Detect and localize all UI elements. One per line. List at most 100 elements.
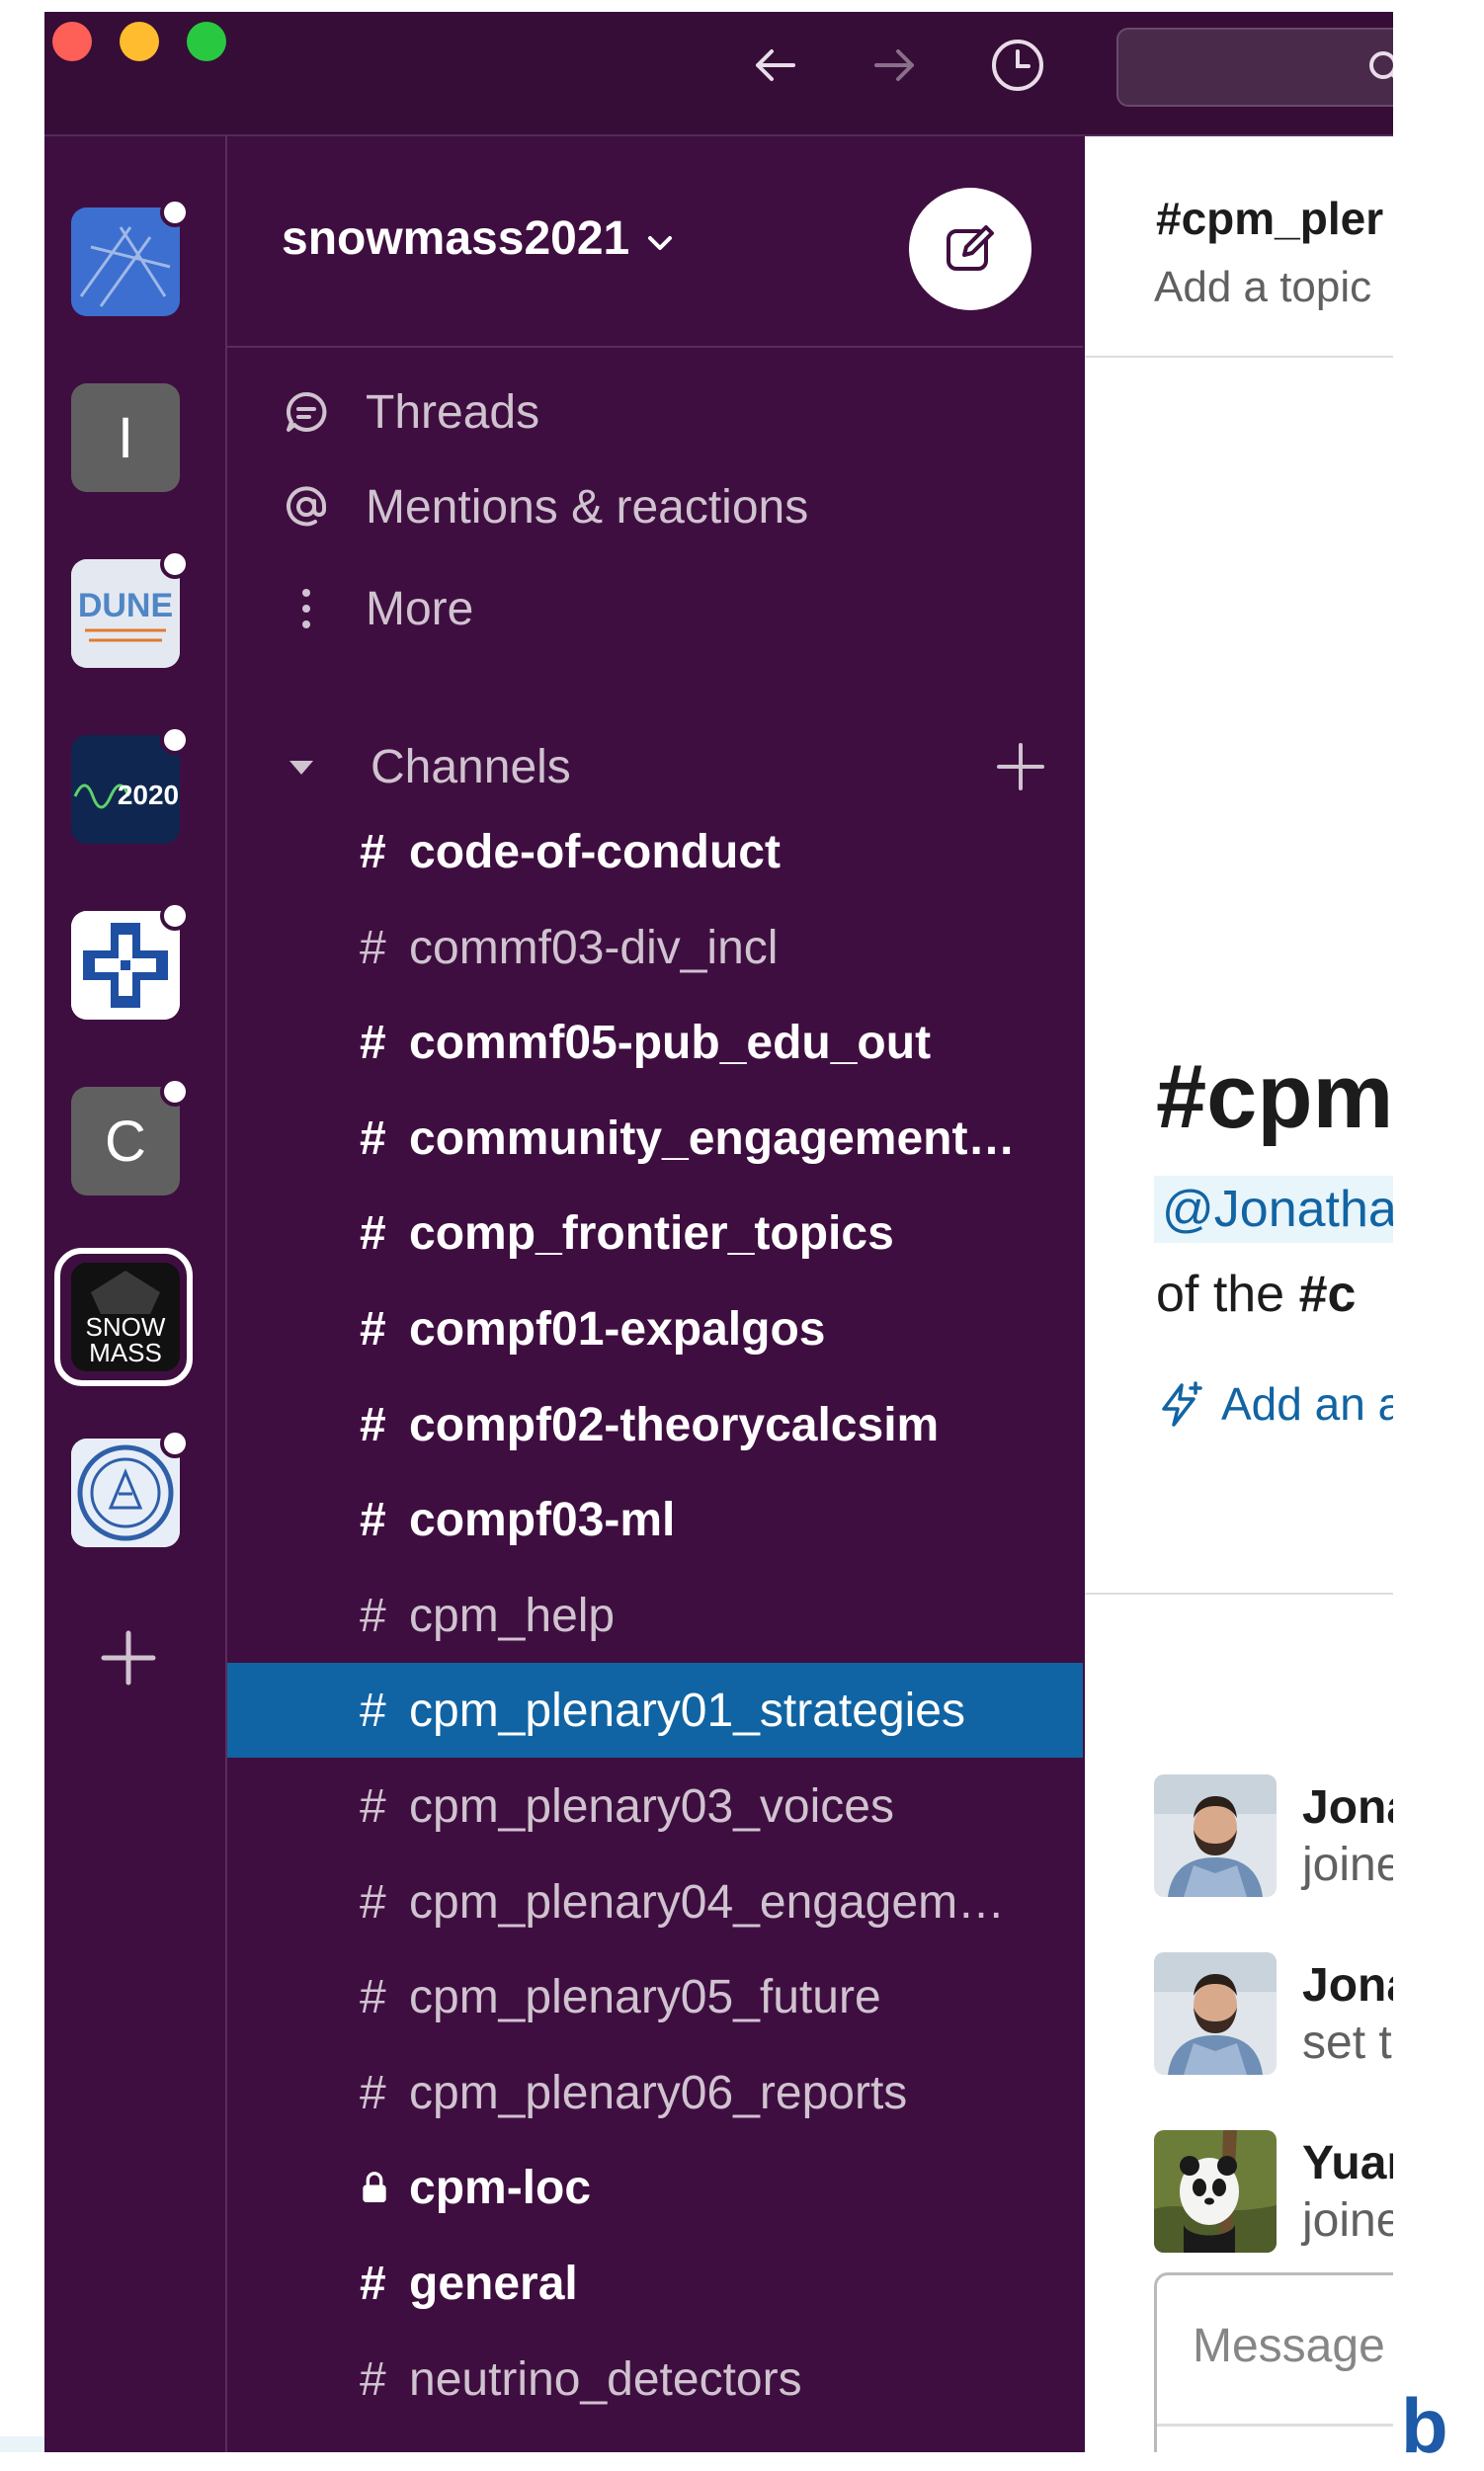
- chevron-down-icon[interactable]: [642, 225, 678, 261]
- intro-divider: [1085, 1593, 1393, 1595]
- channel-item[interactable]: # cpm_plenary06_reports: [227, 2045, 1083, 2140]
- message-input[interactable]: Message: [1193, 2319, 1385, 2373]
- channel-item[interactable]: cpm-loc: [227, 2140, 1083, 2235]
- composer-toolbar-divider: [1157, 2424, 1393, 2427]
- channel-item[interactable]: # commf05-pub_edu_out: [227, 995, 1083, 1090]
- clock-icon: [992, 40, 1043, 91]
- channel-name: commf05-pub_edu_out: [409, 1016, 932, 1069]
- threads-label: Threads: [366, 385, 540, 439]
- minimize-window-button[interactable]: [120, 22, 159, 61]
- channel-item[interactable]: # compf01-expalgos: [227, 1281, 1083, 1376]
- message-item[interactable]: Jona set t: [1154, 1952, 1393, 2075]
- more-vertical-icon: [277, 579, 336, 638]
- workspace-i[interactable]: I: [71, 383, 180, 492]
- threads-nav-item[interactable]: Threads: [277, 377, 539, 447]
- channel-item[interactable]: # cpm_plenary05_future: [227, 1949, 1083, 2044]
- channel-sidebar: snowmass2021 Threads Mentions & reaction…: [227, 136, 1083, 2452]
- channel-item[interactable]: # community_engagement…: [227, 1091, 1083, 1186]
- message-author[interactable]: Jona: [1302, 1780, 1393, 1835]
- channel-name: neutrino_detectors: [409, 2352, 802, 2406]
- workspace-fermilab[interactable]: [71, 911, 180, 1020]
- channel-item[interactable]: # compf03-ml: [227, 1472, 1083, 1567]
- workspace-blue-image[interactable]: [71, 207, 180, 316]
- hash-icon: #: [360, 1779, 386, 1833]
- search-input[interactable]: [1116, 28, 1393, 107]
- channels-section-header[interactable]: Channels: [282, 732, 571, 801]
- channel-name: code-of-conduct: [409, 825, 781, 878]
- add-topic-link[interactable]: Add a topic: [1154, 263, 1371, 312]
- message-text: joine: [1302, 1839, 1393, 1891]
- channel-name: cpm_plenary06_reports: [409, 2066, 908, 2119]
- message-item[interactable]: Yuar joine: [1154, 2130, 1393, 2253]
- avatar[interactable]: [1154, 2130, 1277, 2253]
- channel-name: cpm-loc: [409, 2161, 592, 2214]
- channel-item[interactable]: # commf03-div_incl: [227, 900, 1083, 995]
- channel-name: cpm_help: [409, 1589, 616, 1642]
- page-edge-strip: [0, 2436, 44, 2452]
- message-text: set t: [1302, 2017, 1392, 2069]
- user-mention[interactable]: @Jonatha: [1154, 1176, 1393, 1243]
- hash-icon: #: [360, 2257, 386, 2310]
- forward-button[interactable]: [865, 36, 924, 95]
- threads-icon: [277, 382, 336, 442]
- caret-down-icon: [289, 761, 313, 775]
- hash-icon: #: [360, 1302, 386, 1356]
- close-window-button[interactable]: [52, 22, 92, 61]
- avatar[interactable]: [1154, 1952, 1277, 2075]
- channel-item[interactable]: # compf02-theorycalcsim: [227, 1377, 1083, 1472]
- more-label: More: [366, 582, 474, 635]
- channel-name: compf02-theorycalcsim: [409, 1398, 940, 1451]
- message-text: joine: [1302, 2194, 1393, 2247]
- intro-channel-link[interactable]: #c: [1299, 1266, 1357, 1323]
- channel-item[interactable]: # comp_frontier_topics: [227, 1186, 1083, 1280]
- more-nav-item[interactable]: More: [277, 574, 473, 643]
- channel-name: comp_frontier_topics: [409, 1206, 894, 1260]
- add-channel-icon[interactable]: [993, 739, 1048, 794]
- message-composer[interactable]: Message B: [1154, 2272, 1393, 2452]
- channel-title[interactable]: #cpm_pler: [1156, 192, 1383, 245]
- channel-name: commf03-div_incl: [409, 921, 779, 974]
- channel-item[interactable]: # cpm_help: [227, 1568, 1083, 1663]
- page-edge-letter: b: [1401, 2382, 1448, 2469]
- workspace-neutrino-2020[interactable]: 2020: [71, 735, 180, 844]
- back-button[interactable]: [746, 36, 805, 95]
- mentions-nav-item[interactable]: Mentions & reactions: [277, 472, 808, 541]
- compose-button[interactable]: [909, 188, 1031, 310]
- hash-icon: #: [360, 921, 386, 974]
- channel-item[interactable]: # cpm_plenary01_strategies: [227, 1663, 1083, 1758]
- message-author[interactable]: Yuar: [1302, 2136, 1393, 2190]
- channel-name: cpm_plenary03_voices: [409, 1779, 894, 1833]
- add-apps-link[interactable]: Add an a: [1156, 1377, 1393, 1431]
- message-author[interactable]: Jona: [1302, 1958, 1393, 2013]
- hash-icon: #: [360, 1398, 386, 1451]
- workspace-rail: I DUNE 2020 C SNOW MASS: [44, 136, 227, 2452]
- workspace-seal[interactable]: [71, 1439, 180, 1547]
- header-divider: [1085, 356, 1393, 358]
- workspace-name[interactable]: snowmass2021: [282, 211, 629, 266]
- history-button[interactable]: [988, 36, 1047, 95]
- unread-dot: [160, 198, 190, 227]
- channel-item[interactable]: # code-of-conduct: [227, 804, 1083, 899]
- channel-item[interactable]: # neutrino_detectors: [227, 2332, 1083, 2427]
- add-workspace-button[interactable]: [94, 1623, 163, 1692]
- workspace-c[interactable]: C: [71, 1087, 180, 1195]
- sidebar-header: snowmass2021: [227, 136, 1083, 348]
- intro-prefix: of the: [1156, 1266, 1299, 1323]
- workspace-dune[interactable]: DUNE: [71, 559, 180, 668]
- zoom-window-button[interactable]: [187, 22, 226, 61]
- channel-intro-text: of the #c: [1156, 1265, 1356, 1324]
- unread-dot: [160, 1429, 190, 1458]
- workspace-snowmass[interactable]: SNOW MASS: [71, 1263, 180, 1371]
- unread-dot: [160, 1077, 190, 1107]
- avatar[interactable]: [1154, 1774, 1277, 1897]
- compose-icon: [947, 225, 994, 271]
- lightning-plus-icon: [1162, 1381, 1202, 1427]
- hash-icon: #: [360, 1206, 386, 1260]
- channel-item[interactable]: # cpm_plenary03_voices: [227, 1759, 1083, 1853]
- channel-item[interactable]: # cpm_plenary04_engagem…: [227, 1854, 1083, 1949]
- channel-item[interactable]: # general: [227, 2236, 1083, 2331]
- add-apps-label: Add an a: [1221, 1378, 1393, 1430]
- message-item[interactable]: Jona joine: [1154, 1774, 1393, 1897]
- channel-name: general: [409, 2257, 578, 2310]
- hash-icon: #: [360, 1016, 386, 1069]
